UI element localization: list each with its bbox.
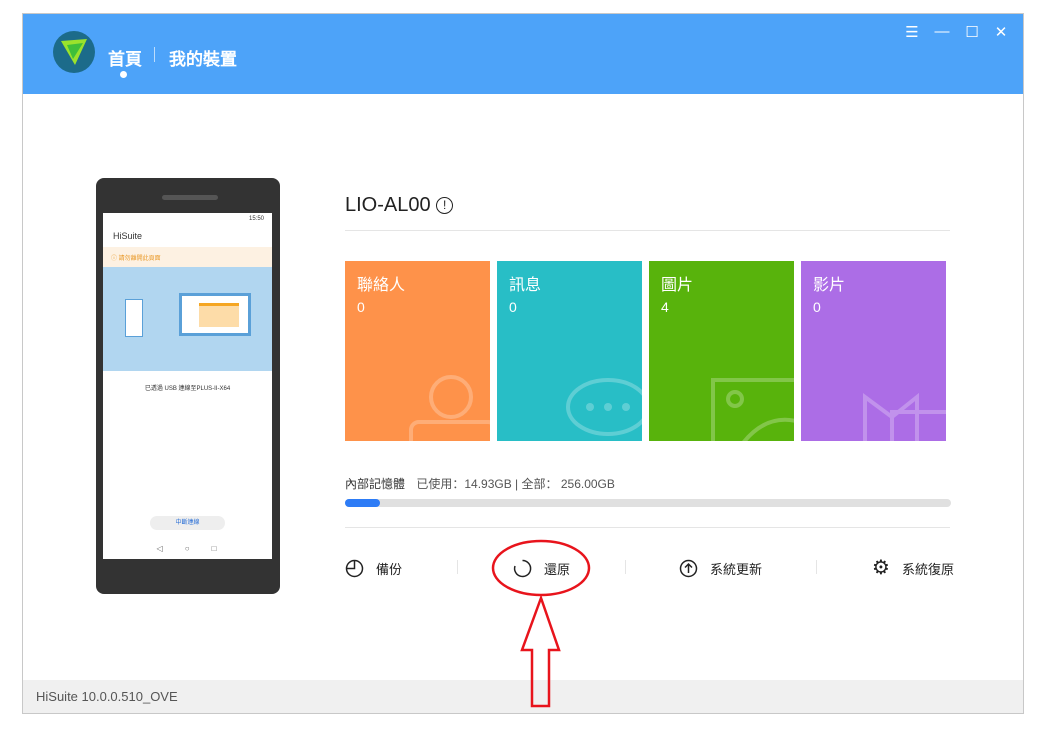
phone-screen: 15:50 HiSuite ⓘ 請勿離開此頁面 已透過 USB 連線至PLUS-…	[103, 213, 272, 559]
version-text: HiSuite 10.0.0.510_OVE	[36, 689, 178, 704]
tile-label: 圖片	[661, 277, 694, 294]
storage-info: 內部記憶體 已使用：14.93GB | 全部： 256.00GB	[345, 475, 615, 492]
tile-count: 0	[357, 299, 365, 315]
device-name: LIO-AL00	[345, 194, 431, 216]
phone-warning: ⓘ 請勿離開此頁面	[103, 247, 272, 267]
picture-icon	[711, 378, 794, 441]
backup-icon	[345, 559, 364, 578]
tile-count: 0	[509, 299, 517, 315]
device-name-row: LIO-AL00 !	[345, 194, 454, 217]
phone-preview: 15:50 HiSuite ⓘ 請勿離開此頁面 已透過 USB 連線至PLUS-…	[96, 178, 280, 594]
phone-app-title: HiSuite	[113, 231, 143, 241]
storage-progress-bar	[345, 499, 951, 507]
backup-button[interactable]: 備份	[345, 559, 402, 578]
tile-count: 0	[813, 299, 821, 315]
hisuite-logo	[53, 31, 95, 73]
info-icon[interactable]: !	[436, 197, 454, 214]
contact-icon	[409, 375, 490, 441]
phone-warning-text: 請勿離開此頁面	[118, 256, 161, 262]
system-update-button[interactable]: 系統更新	[679, 559, 762, 578]
divider	[816, 560, 817, 574]
phone-speaker	[162, 195, 218, 200]
phone-illustration	[103, 267, 272, 371]
storage-progress-fill	[345, 499, 381, 507]
annotation-overlay	[491, 539, 591, 708]
tile-label: 聯絡人	[357, 277, 406, 294]
message-icon	[566, 378, 642, 436]
phone-disconnect-button: 中斷連線	[150, 516, 225, 530]
phone-connection-text: 已透過 USB 連線至PLUS-II-X64	[144, 386, 231, 392]
upload-arrow-icon	[679, 559, 698, 578]
divider	[345, 527, 950, 528]
phone-time: 15:50	[248, 216, 264, 222]
storage-usage: 已使用：14.93GB | 全部： 256.00GB	[416, 477, 615, 491]
minimize-icon[interactable]: —	[932, 23, 952, 40]
tile-count: 4	[661, 299, 669, 315]
annotation-arrow	[520, 594, 561, 708]
gear-icon: ⚙	[872, 557, 890, 579]
system-update-label: 系統更新	[710, 562, 763, 577]
active-indicator	[120, 71, 127, 78]
tile-label: 訊息	[509, 277, 542, 294]
tile-videos[interactable]: 影片 0	[801, 261, 946, 441]
close-icon[interactable]: ✕	[991, 23, 1011, 41]
divider	[457, 560, 458, 574]
video-icon	[863, 392, 946, 441]
nav-my-device[interactable]: 我的裝置	[169, 45, 237, 70]
phone-nav-bar: ◁○□	[156, 544, 239, 553]
tile-contacts[interactable]: 聯絡人 0	[345, 261, 490, 441]
maximize-icon[interactable]: ☐	[962, 23, 982, 41]
nav-home[interactable]: 首頁	[108, 45, 142, 70]
backup-label: 備份	[376, 562, 403, 577]
divider	[345, 230, 950, 231]
header: 首頁 我的裝置 ☰ — ☐ ✕	[23, 14, 1023, 94]
system-recovery-button[interactable]: ⚙ 系統復原	[872, 557, 954, 579]
highlight-ellipse	[491, 539, 591, 597]
nav-divider	[154, 47, 155, 62]
tile-messages[interactable]: 訊息 0	[497, 261, 642, 441]
divider	[625, 560, 626, 574]
storage-label: 內部記憶體	[345, 477, 406, 491]
menu-icon[interactable]: ☰	[902, 23, 922, 41]
system-recovery-label: 系統復原	[901, 562, 954, 577]
tile-label: 影片	[813, 277, 846, 294]
tile-pictures[interactable]: 圖片 4	[649, 261, 794, 441]
